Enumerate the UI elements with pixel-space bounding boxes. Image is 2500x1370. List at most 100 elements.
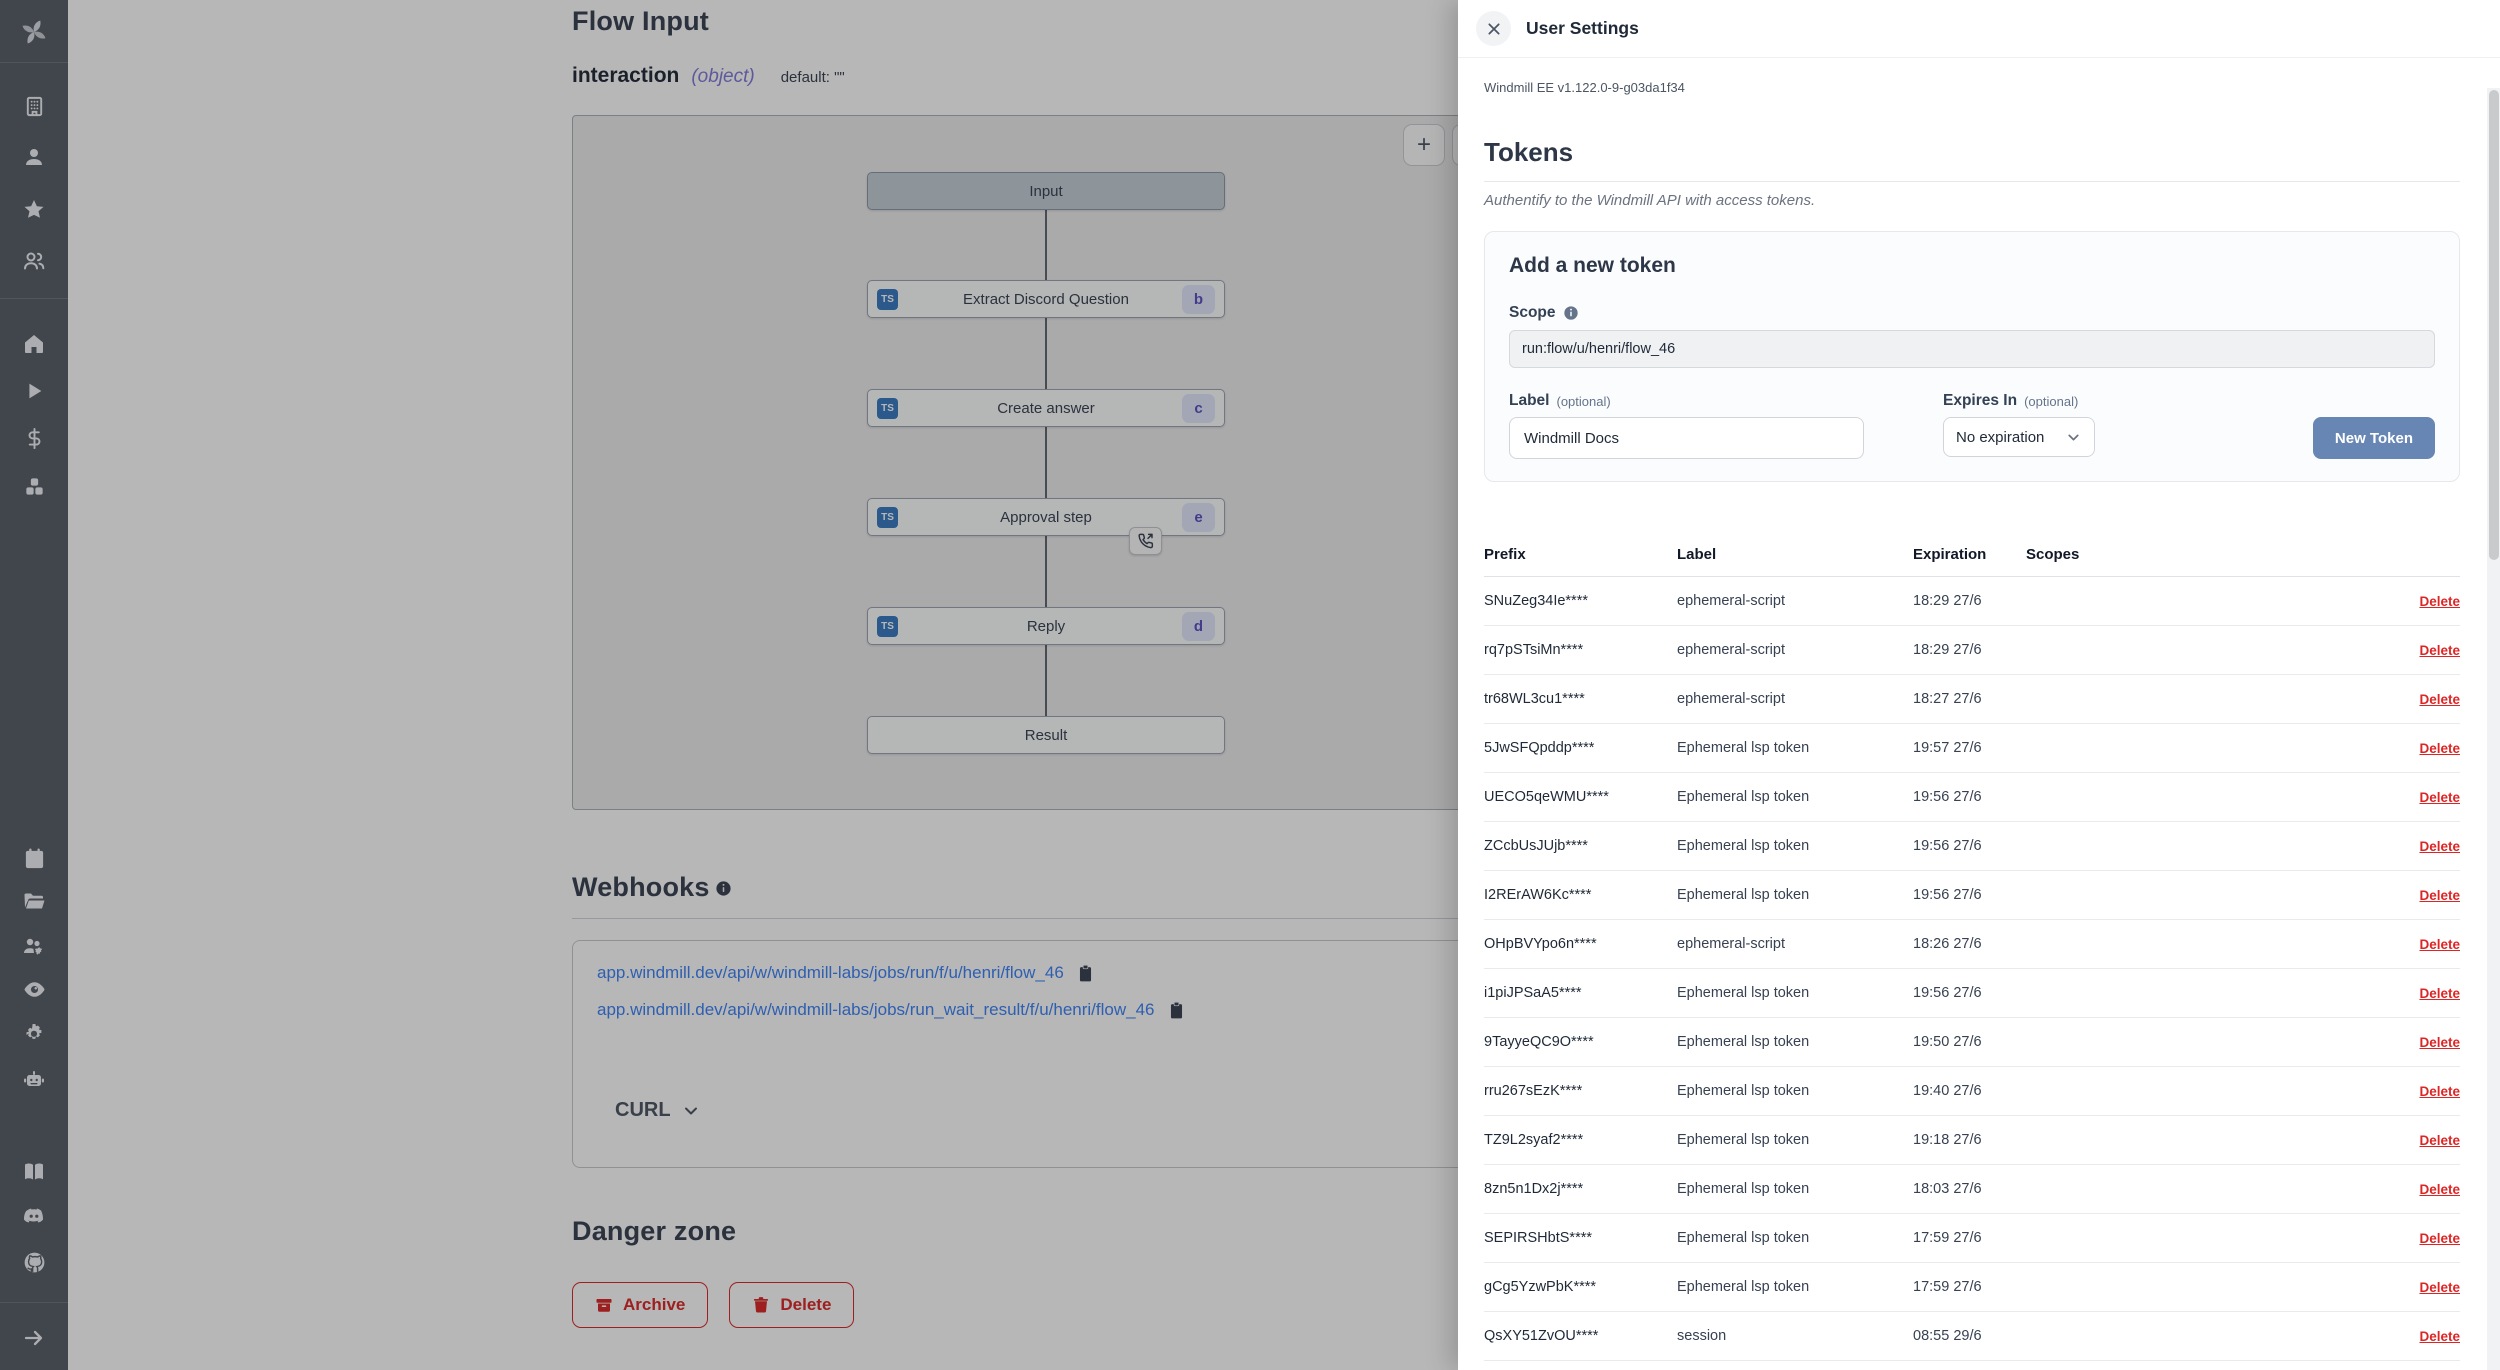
delete-token-link[interactable]: Delete — [2419, 986, 2460, 1001]
token-expiration: 19:56 27/6 — [1913, 789, 2026, 805]
column-label: Label — [1677, 546, 1913, 563]
delete-token-link[interactable]: Delete — [2419, 741, 2460, 756]
tokens-section-subtitle: Authentify to the Windmill API with acce… — [1484, 192, 2460, 209]
drawer-scrollbar[interactable] — [2487, 88, 2500, 1370]
token-prefix: 8zn5n1Dx2j**** — [1484, 1181, 1677, 1197]
delete-token-link[interactable]: Delete — [2419, 888, 2460, 903]
delete-token-link[interactable]: Delete — [2419, 1133, 2460, 1148]
delete-token-link[interactable]: Delete — [2419, 643, 2460, 658]
token-prefix: 9TayyeQC9O**** — [1484, 1034, 1677, 1050]
drawer-body: Windmill EE v1.122.0-9-g03da1f34 Tokens … — [1458, 80, 2500, 1361]
token-row: i1piJPSaA5**** Ephemeral lsp token 19:56… — [1484, 969, 2460, 1018]
token-expiration: 18:27 27/6 — [1913, 691, 2026, 707]
close-drawer-button[interactable] — [1476, 11, 1511, 46]
token-expiration: 19:18 27/6 — [1913, 1132, 2026, 1148]
token-row: QsXY51ZvOU**** session 08:55 29/6 Delete — [1484, 1312, 2460, 1361]
scope-label: Scope — [1509, 304, 1556, 322]
user-settings-drawer: User Settings Windmill EE v1.122.0-9-g03… — [1458, 0, 2500, 1370]
label-field: Label (optional) — [1509, 392, 1864, 459]
token-expiration: 18:29 27/6 — [1913, 642, 2026, 658]
optional-hint: (optional) — [2024, 394, 2078, 409]
token-expiration: 19:56 27/6 — [1913, 887, 2026, 903]
token-label: Ephemeral lsp token — [1677, 838, 1913, 854]
token-row: OHpBVYpo6n**** ephemeral-script 18:26 27… — [1484, 920, 2460, 969]
token-label: Ephemeral lsp token — [1677, 1279, 1913, 1295]
delete-token-link[interactable]: Delete — [2419, 1231, 2460, 1246]
close-icon — [1486, 21, 1502, 37]
scope-input[interactable] — [1509, 330, 2435, 368]
token-prefix: OHpBVYpo6n**** — [1484, 936, 1677, 952]
label-label-row: Label (optional) — [1509, 392, 1864, 410]
token-form-row: Label (optional) Expires In (optional) N… — [1509, 392, 2435, 459]
token-prefix: i1piJPSaA5**** — [1484, 985, 1677, 1001]
scope-field: Scope — [1509, 304, 2435, 368]
tokens-table-header: Prefix Label Expiration Scopes — [1484, 532, 2460, 577]
delete-token-link[interactable]: Delete — [2419, 1329, 2460, 1344]
token-prefix: rq7pSTsiMn**** — [1484, 642, 1677, 658]
chevron-down-icon — [2065, 429, 2082, 446]
token-expiration: 17:59 27/6 — [1913, 1230, 2026, 1246]
column-scopes: Scopes — [2026, 546, 2400, 563]
drawer-scrollbar-thumb[interactable] — [2489, 90, 2499, 560]
token-row: tr68WL3cu1**** ephemeral-script 18:27 27… — [1484, 675, 2460, 724]
add-token-title: Add a new token — [1509, 254, 2435, 278]
delete-token-link[interactable]: Delete — [2419, 1182, 2460, 1197]
delete-token-link[interactable]: Delete — [2419, 790, 2460, 805]
token-expiration: 19:50 27/6 — [1913, 1034, 2026, 1050]
token-label: Ephemeral lsp token — [1677, 740, 1913, 756]
token-expiration: 18:29 27/6 — [1913, 593, 2026, 609]
delete-token-link[interactable]: Delete — [2419, 937, 2460, 952]
token-label: Ephemeral lsp token — [1677, 1181, 1913, 1197]
info-icon — [1563, 305, 1579, 321]
add-token-card: Add a new token Scope Label (option — [1484, 231, 2460, 482]
token-row: TZ9L2syaf2**** Ephemeral lsp token 19:18… — [1484, 1116, 2460, 1165]
delete-token-link[interactable]: Delete — [2419, 692, 2460, 707]
delete-token-link[interactable]: Delete — [2419, 1035, 2460, 1050]
windmill-version: Windmill EE v1.122.0-9-g03da1f34 — [1484, 80, 2460, 95]
drawer-backdrop[interactable] — [0, 0, 1458, 1370]
token-prefix: rru267sEzK**** — [1484, 1083, 1677, 1099]
drawer-header: User Settings — [1458, 0, 2500, 58]
token-row: rru267sEzK**** Ephemeral lsp token 19:40… — [1484, 1067, 2460, 1116]
token-prefix: gCg5YzwPbK**** — [1484, 1279, 1677, 1295]
expires-field: Expires In (optional) No expiration — [1943, 392, 2095, 457]
token-expiration: 17:59 27/6 — [1913, 1279, 2026, 1295]
token-label: Ephemeral lsp token — [1677, 1083, 1913, 1099]
token-prefix: TZ9L2syaf2**** — [1484, 1132, 1677, 1148]
scope-label-row: Scope — [1509, 304, 2435, 322]
expires-selected-value: No expiration — [1956, 429, 2044, 446]
token-row: SNuZeg34Ie**** ephemeral-script 18:29 27… — [1484, 577, 2460, 626]
token-row: 9TayyeQC9O**** Ephemeral lsp token 19:50… — [1484, 1018, 2460, 1067]
expires-label: Expires In — [1943, 392, 2017, 410]
delete-token-link[interactable]: Delete — [2419, 839, 2460, 854]
token-label-input[interactable] — [1509, 417, 1864, 459]
token-row: I2RErAW6Kc**** Ephemeral lsp token 19:56… — [1484, 871, 2460, 920]
token-label: ephemeral-script — [1677, 691, 1913, 707]
expires-select[interactable]: No expiration — [1943, 417, 2095, 457]
label-label: Label — [1509, 392, 1549, 410]
token-label: Ephemeral lsp token — [1677, 1034, 1913, 1050]
token-prefix: I2RErAW6Kc**** — [1484, 887, 1677, 903]
token-expiration: 08:55 29/6 — [1913, 1328, 2026, 1344]
new-token-button[interactable]: New Token — [2313, 417, 2435, 459]
token-expiration: 19:56 27/6 — [1913, 838, 2026, 854]
drawer-title: User Settings — [1526, 18, 1639, 39]
token-label: ephemeral-script — [1677, 642, 1913, 658]
delete-token-link[interactable]: Delete — [2419, 594, 2460, 609]
token-label: Ephemeral lsp token — [1677, 985, 1913, 1001]
token-label: ephemeral-script — [1677, 593, 1913, 609]
token-prefix: ZCcbUsJUjb**** — [1484, 838, 1677, 854]
token-prefix: QsXY51ZvOU**** — [1484, 1328, 1677, 1344]
token-expiration: 19:40 27/6 — [1913, 1083, 2026, 1099]
token-expiration: 19:56 27/6 — [1913, 985, 2026, 1001]
delete-token-link[interactable]: Delete — [2419, 1280, 2460, 1295]
token-label: Ephemeral lsp token — [1677, 789, 1913, 805]
token-row: rq7pSTsiMn**** ephemeral-script 18:29 27… — [1484, 626, 2460, 675]
delete-token-link[interactable]: Delete — [2419, 1084, 2460, 1099]
expires-label-row: Expires In (optional) — [1943, 392, 2095, 410]
token-label: ephemeral-script — [1677, 936, 1913, 952]
tokens-section-title: Tokens — [1484, 137, 2460, 182]
token-label: Ephemeral lsp token — [1677, 887, 1913, 903]
token-row: ZCcbUsJUjb**** Ephemeral lsp token 19:56… — [1484, 822, 2460, 871]
token-prefix: 5JwSFQpddp**** — [1484, 740, 1677, 756]
